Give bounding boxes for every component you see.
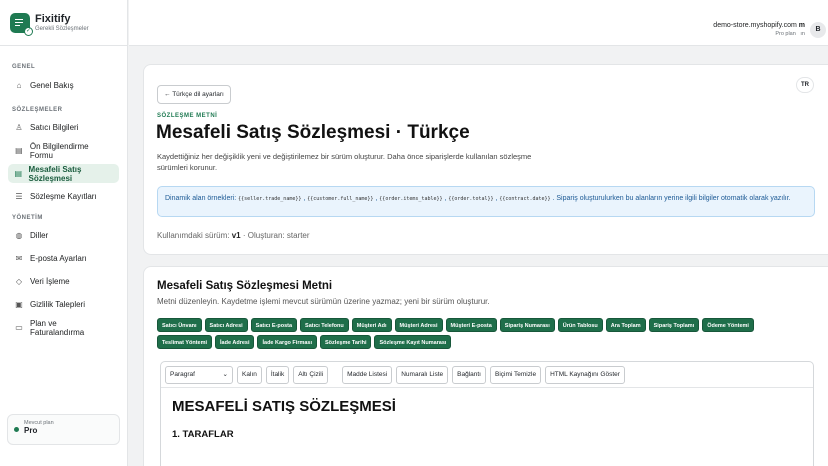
section-contracts: SÖZLEŞMELER xyxy=(12,107,63,113)
variable-chip[interactable]: Ara Toplam xyxy=(605,318,646,332)
code-total: {{order.total}} xyxy=(448,196,494,202)
sidebar-item-overview[interactable]: ⌂ Genel Bakış xyxy=(8,76,119,95)
sidebar: ✓ Fixitify Gerekli Sözleşmeler GENEL ⌂ Ge… xyxy=(0,0,128,466)
variable-chip[interactable]: Müşteri Adı xyxy=(351,318,392,332)
code-items: {{order.items_table}} xyxy=(379,196,443,202)
variable-chip[interactable]: İade Kargo Firması xyxy=(257,335,318,349)
sidebar-item-email[interactable]: ✉ E-posta Ayarları xyxy=(8,249,119,268)
brand: ✓ Fixitify Gerekli Sözleşmeler xyxy=(0,0,127,46)
variable-chip[interactable]: Sözleşme Tarihi xyxy=(320,335,372,349)
variable-chip[interactable]: İade Adresi xyxy=(215,335,255,349)
underline-button[interactable]: Altı Çizili xyxy=(293,365,329,384)
variable-chip[interactable]: Satıcı Telefonu xyxy=(300,318,349,332)
variable-chip[interactable]: Sözleşme Kayıt Numarası xyxy=(374,335,452,349)
person-icon: ♙ xyxy=(15,123,23,132)
bullet-list-button[interactable]: Madde Listesi xyxy=(342,365,393,384)
variable-chips: Satıcı Ünvanı Satıcı Adresi Satıcı E-posta… xyxy=(157,318,797,349)
mail-icon: ✉ xyxy=(15,254,23,263)
editor-toolbar: Paragraf ⌄ Kalın İtalik Altı Çizili Madde… xyxy=(161,362,813,388)
shield-icon: ◇ xyxy=(15,277,23,286)
variable-chip[interactable]: Satıcı Adresi xyxy=(204,318,248,332)
document-section-heading[interactable]: 1. TARAFLAR xyxy=(172,429,234,440)
topbar: demo-store.myshopify.com m Pro plan ın B xyxy=(129,0,828,46)
sidebar-item-records[interactable]: ☰ Sözleşme Kayıtları xyxy=(8,187,119,206)
html-source-button[interactable]: HTML Kaynağını Göster xyxy=(545,365,625,384)
sidebar-item-distance-sales[interactable]: ▤ Mesafeli Satış Sözleşmesi xyxy=(8,164,119,183)
variable-chip[interactable]: Satıcı E-posta xyxy=(250,318,298,332)
version-value: v1 xyxy=(231,231,241,240)
eyebrow-label: SÖZLEŞME METNİ xyxy=(157,113,218,119)
dynamic-fields-banner: Dinamik alan örnekleri: {{seller.trade_n… xyxy=(157,186,815,217)
info-prefix: Dinamik alan örnekleri: xyxy=(165,195,237,202)
contract-editor-card: Mesafeli Satış Sözleşmesi Metni Metni dü… xyxy=(143,266,828,466)
lock-icon: ▣ xyxy=(15,300,23,309)
back-button[interactable]: ← Türkçe dil ayarları xyxy=(157,85,231,104)
section-management: YÖNETİM xyxy=(12,215,43,221)
variable-chip[interactable]: Teslimat Yöntemi xyxy=(157,335,213,349)
sidebar-item-preinfo[interactable]: ▤ Ön Bilgilendirme Formu xyxy=(8,141,119,160)
current-plan: Mevcut plan Pro xyxy=(7,414,120,445)
code-customer: {{customer.full_name}} xyxy=(307,196,374,202)
variable-chip[interactable]: Sipariş Numarası xyxy=(499,318,555,332)
variable-chip[interactable]: Sipariş Toplamı xyxy=(648,318,700,332)
section-general: GENEL xyxy=(12,64,36,70)
card-icon: ▭ xyxy=(15,323,23,332)
variable-chip[interactable]: Müşteri E-posta xyxy=(445,318,497,332)
plan-value: Pro xyxy=(24,426,38,435)
app-tagline: Gerekli Sözleşmeler xyxy=(35,25,89,32)
document-icon: ▤ xyxy=(14,169,23,178)
sidebar-item-privacy[interactable]: ▣ Gizlilik Talepleri xyxy=(8,295,119,314)
store-info[interactable]: demo-store.myshopify.com m Pro plan ın xyxy=(713,22,805,37)
app-name: Fixitify xyxy=(35,12,71,25)
document-heading[interactable]: MESAFELİ SATIŞ SÖZLEŞMESİ xyxy=(172,398,396,415)
page-title: Mesafeli Satış Sözleşmesi · Türkçe xyxy=(156,122,470,143)
home-icon: ⌂ xyxy=(16,81,22,90)
numbered-list-button[interactable]: Numaralı Liste xyxy=(396,365,449,384)
bold-button[interactable]: Kalın xyxy=(237,365,262,384)
plan-status-dot xyxy=(14,427,19,432)
language-badge: TR xyxy=(796,77,814,93)
version-info: Kullanımdaki sürüm: v1 · Oluşturan: star… xyxy=(157,231,310,240)
code-date: {{contract.date}} xyxy=(499,196,551,202)
list-icon: ☰ xyxy=(15,192,23,201)
app-logo-icon: ✓ xyxy=(10,12,33,36)
variable-chip[interactable]: Müşteri Adresi xyxy=(394,318,443,332)
store-domain: demo-store.myshopify.com xyxy=(713,22,797,29)
link-button[interactable]: Bağlantı xyxy=(452,365,486,384)
editor-subtitle: Metni düzenleyin. Kaydetme işlemi mevcut… xyxy=(157,297,490,306)
rich-text-editor[interactable]: Paragraf ⌄ Kalın İtalik Altı Çizili Madde… xyxy=(160,361,814,466)
page-description: Kaydettiğiniz her değişiklik yeni ve değ… xyxy=(157,152,532,172)
info-suffix: Sipariş oluşturulurken bu alanların yeri… xyxy=(556,195,791,202)
sidebar-item-billing[interactable]: ▭ Plan ve Faturalandırma xyxy=(8,318,119,337)
editor-title: Mesafeli Satış Sözleşmesi Metni xyxy=(157,280,333,292)
sidebar-item-languages[interactable]: ◍ Diller xyxy=(8,226,119,245)
contract-header-card: ← Türkçe dil ayarları TR SÖZLEŞME METNİ … xyxy=(143,64,828,255)
avatar[interactable]: B xyxy=(810,22,826,38)
chevron-down-icon: ⌄ xyxy=(222,370,228,378)
store-plan: Pro plan xyxy=(775,31,796,37)
clear-format-button[interactable]: Biçimi Temizle xyxy=(490,365,542,384)
document-icon: ▤ xyxy=(15,146,23,155)
variable-chip[interactable]: Ürün Tablosu xyxy=(557,318,603,332)
variable-chip[interactable]: Ödeme Yöntemi xyxy=(702,318,754,332)
variable-chip[interactable]: Satıcı Ünvanı xyxy=(157,318,202,332)
code-seller: {{seller.trade_name}} xyxy=(238,196,302,202)
sidebar-item-data[interactable]: ◇ Veri İşleme xyxy=(8,272,119,291)
globe-icon: ◍ xyxy=(15,231,23,240)
format-select[interactable]: Paragraf ⌄ xyxy=(165,365,233,384)
italic-button[interactable]: İtalik xyxy=(265,365,290,384)
sidebar-item-seller[interactable]: ♙ Satıcı Bilgileri xyxy=(8,118,119,137)
